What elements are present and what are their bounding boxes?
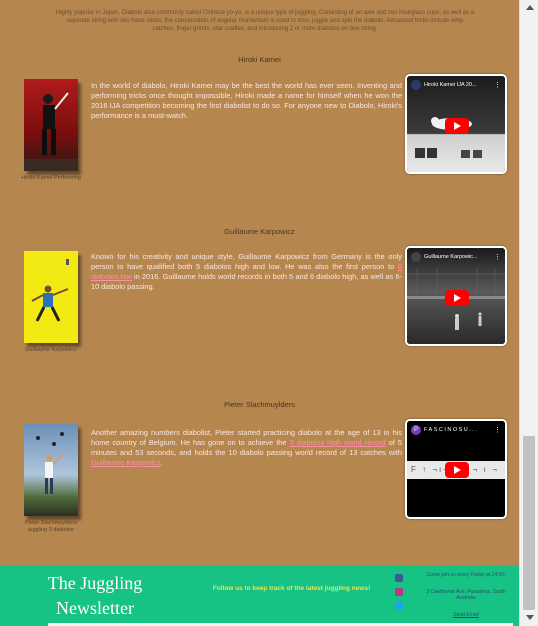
- performer-figure-icon: [24, 92, 78, 171]
- scrollbar-thumb[interactable]: [523, 436, 535, 610]
- scroll-up-icon[interactable]: [526, 5, 534, 10]
- pieter-video[interactable]: F ↑ ¬ı¬ ı ↑ ¬ ı ¬ P FASCINOSU... ⋮: [405, 419, 507, 519]
- hiroki-video[interactable]: Hiroki Kamei IJA 20... ⋮: [405, 74, 507, 174]
- address: 3 Cawthorne Ave, Pasadena, South Austral…: [426, 589, 506, 601]
- guillaume-video[interactable]: Guillaume Karpowic... ⋮: [405, 246, 507, 346]
- hiroki-caption: Hiroki Kamei Performing: [21, 175, 81, 181]
- newsletter-title: The Juggling Newsletter: [47, 573, 143, 618]
- more-options-icon[interactable]: ⋮: [494, 253, 501, 261]
- guillaume-text-2: in 2016. Guillaume holds world records i…: [91, 272, 402, 291]
- video-header: Hiroki Kamei IJA 20... ⋮: [407, 76, 505, 94]
- video-title[interactable]: FASCINOSU...: [424, 427, 478, 433]
- video-header: P FASCINOSU... ⋮: [407, 421, 505, 439]
- scroll-down-icon[interactable]: [526, 615, 534, 620]
- youtube-play-icon[interactable]: [445, 118, 469, 134]
- three-diabolos-record-link[interactable]: 3 diabolos high world record: [290, 438, 386, 447]
- meeting-time: Come join us every Friday at 14:00!: [426, 572, 506, 578]
- guillaume-caption: Guillaume Karpowicz: [25, 347, 77, 353]
- performer-figure-icon: [36, 432, 65, 494]
- video-title[interactable]: Guillaume Karpowic...: [424, 254, 478, 260]
- pieter-caption: Pieter Slachmuylders juggling 3 diabolos: [25, 520, 77, 533]
- guillaume-karpowicz-link[interactable]: Guillaume Karpowicz: [91, 458, 160, 467]
- hiroki-photo: [24, 79, 78, 171]
- pieter-paragraph: Another amazing numbers diabolist, Piete…: [91, 428, 402, 468]
- follow-text: Follow us to keep track of the latest ju…: [212, 585, 371, 592]
- hiroki-paragraph: In the world of diabolo, Hiroki Kamei ma…: [91, 81, 402, 120]
- section-title-guillaume: Guillaume Karpowicz: [224, 227, 295, 236]
- youtube-play-icon[interactable]: [445, 462, 469, 478]
- send-email-link[interactable]: Send Email: [418, 612, 514, 618]
- twitter-icon[interactable]: [395, 602, 403, 610]
- facebook-icon[interactable]: [395, 574, 403, 582]
- instagram-icon[interactable]: [395, 588, 403, 596]
- main-content: Highly popular in Japan, Diabolo also co…: [0, 0, 519, 565]
- guillaume-paragraph: Known for his creativity and unique styl…: [91, 252, 402, 292]
- video-title[interactable]: Hiroki Kamei IJA 20...: [424, 82, 477, 88]
- performer-figure-icon: [31, 259, 69, 322]
- section-title-pieter: Pieter Slachmuylders: [224, 400, 295, 409]
- guillaume-text-1: Known for his creativity and unique styl…: [91, 252, 402, 271]
- section-title-hiroki: Hiroki Kamei: [238, 55, 281, 64]
- guillaume-photo: [24, 251, 78, 343]
- footer: The Juggling Newsletter Follow us to kee…: [0, 565, 519, 626]
- channel-avatar: [411, 80, 421, 90]
- pieter-text-3: .: [160, 458, 163, 467]
- diabolo-intro: Highly popular in Japan, Diabolo also co…: [55, 10, 475, 32]
- video-header: Guillaume Karpowic... ⋮: [407, 248, 505, 266]
- social-icons: [395, 574, 407, 616]
- pieter-photo: [24, 424, 78, 516]
- page-scrollbar[interactable]: [519, 0, 538, 626]
- more-options-icon[interactable]: ⋮: [494, 426, 501, 434]
- more-options-icon[interactable]: ⋮: [494, 81, 501, 89]
- channel-avatar: P: [411, 425, 421, 435]
- channel-avatar: [411, 252, 421, 262]
- youtube-play-icon[interactable]: [445, 290, 469, 306]
